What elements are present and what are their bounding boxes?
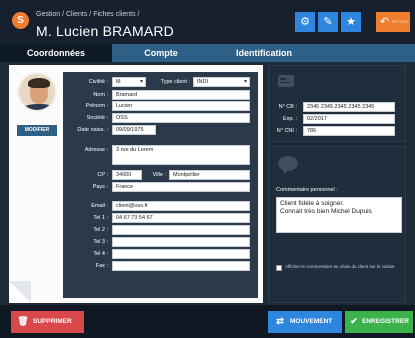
tab-bar: Coordonnées Compte Identification: [0, 44, 415, 62]
comment-textarea[interactable]: Client fidèle à soigner. Connait très bi…: [276, 197, 402, 233]
cb-label: N° CB :: [278, 104, 297, 110]
check-icon: ✔: [350, 316, 358, 327]
exp-field[interactable]: 02/2017: [303, 114, 395, 124]
page-fold-corner: [9, 281, 31, 303]
prenom-label: Prénom :: [85, 103, 108, 109]
email-label: Email :: [91, 203, 108, 209]
civilite-select[interactable]: M: [112, 77, 146, 87]
naissance-field[interactable]: 09/09/1975: [112, 125, 156, 135]
edit-button[interactable]: ✎: [318, 12, 338, 32]
tel4-field[interactable]: [112, 249, 250, 259]
tab-coordonnees[interactable]: Coordonnées: [0, 44, 112, 62]
societe-field[interactable]: OSS: [112, 113, 250, 123]
tel4-label: Tel 4 :: [93, 251, 108, 257]
pays-label: Pays :: [92, 184, 108, 190]
cb-field[interactable]: 2345 2345 2345 2345 2345: [303, 102, 395, 112]
societe-label: Société :: [86, 115, 108, 121]
comment-label: Commentaire personnel :: [276, 187, 338, 193]
back-icon: ↶: [380, 16, 390, 28]
delete-label: SUPPRIMER: [33, 318, 72, 325]
tel2-label: Tel 2 :: [93, 227, 108, 233]
ville-label: Ville :: [152, 172, 166, 178]
nom-field[interactable]: Bramard: [112, 90, 250, 100]
delete-button[interactable]: 🗑 SUPPRIMER: [11, 311, 84, 333]
mouvement-label: MOUVEMENT: [290, 318, 333, 325]
show-comment-label: Afficher le commentaire au choix du clie…: [285, 264, 395, 269]
page-title: M. Lucien BRAMARD: [36, 23, 174, 39]
fax-field[interactable]: [112, 261, 250, 271]
settings-button[interactable]: ⚙: [295, 12, 315, 32]
save-label: ENREGISTRER: [362, 318, 409, 325]
speech-bubble-tail: [281, 168, 289, 174]
adresse-field[interactable]: 3 rue du Lorem: [112, 145, 250, 165]
cni-label: N° CNI :: [276, 128, 297, 134]
nom-label: Nom :: [93, 92, 108, 98]
tel3-field[interactable]: [112, 237, 250, 247]
app-window: S Gestion / Clients / Fiches clients / M…: [0, 0, 415, 338]
tel3-label: Tel 3 :: [93, 239, 108, 245]
type-client-label: Type client :: [160, 79, 190, 85]
prenom-field[interactable]: Lucien: [112, 101, 250, 111]
back-button[interactable]: ↶ RETOUR: [376, 12, 410, 32]
tel2-field[interactable]: [112, 225, 250, 235]
cni-field[interactable]: 786: [303, 126, 395, 136]
gear-icon: ⚙: [300, 16, 310, 28]
exp-label: Exp. :: [282, 116, 297, 122]
credit-card-icon: [278, 75, 294, 87]
adresse-label: Adresse :: [84, 147, 108, 153]
favorite-button[interactable]: ★: [341, 12, 361, 32]
cp-label: CP :: [97, 172, 108, 178]
save-button[interactable]: ✔ ENREGISTRER: [345, 311, 413, 333]
ville-field[interactable]: Montpellier: [169, 170, 250, 180]
comment-text: Client fidèle à soigner. Connait très bi…: [280, 200, 372, 215]
trash-icon: 🗑: [17, 316, 29, 327]
breadcrumb: Gestion / Clients / Fiches clients /: [36, 11, 140, 18]
civilite-label: Civilité :: [88, 79, 108, 85]
modify-photo-button[interactable]: MODIFIER: [17, 125, 57, 136]
naissance-label: Date naiss. :: [77, 127, 108, 133]
tab-identification[interactable]: Identification: [210, 44, 318, 62]
pencil-icon: ✎: [323, 16, 333, 28]
mouvement-button[interactable]: ⇄ MOUVEMENT: [268, 311, 342, 333]
tel1-field[interactable]: 04 67 73 54 67: [112, 213, 250, 223]
header-bar: S Gestion / Clients / Fiches clients / M…: [0, 0, 415, 44]
avatar: [17, 72, 57, 112]
tel1-label: Tel 1 :: [93, 215, 108, 221]
fax-label: Fax :: [95, 263, 108, 269]
show-comment-checkbox[interactable]: [276, 265, 282, 271]
cp-field[interactable]: 34000: [112, 170, 142, 180]
swap-arrows-icon: ⇄: [276, 316, 284, 327]
type-client-select[interactable]: INDI: [193, 77, 250, 87]
tab-compte[interactable]: Compte: [112, 44, 210, 62]
app-logo-icon: S: [12, 12, 29, 29]
email-field[interactable]: client@oss.fr: [112, 201, 250, 211]
star-icon: ★: [346, 16, 356, 28]
pays-field[interactable]: France: [112, 182, 250, 192]
back-label: RETOUR: [392, 19, 409, 24]
